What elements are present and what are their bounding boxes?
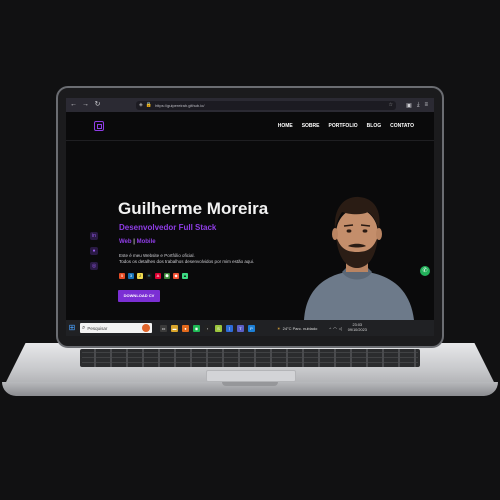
shield-icon[interactable]: ◈ (139, 102, 143, 108)
lock-icon: 🔒 (145, 102, 153, 108)
task-view-icon[interactable]: ▭ (160, 324, 167, 332)
clock-date: 09/10/2023 (347, 328, 367, 332)
hero-description: Este é meu Website e Portfólio oficial. … (119, 253, 254, 265)
menu-home[interactable]: HOME (278, 123, 293, 129)
url-text[interactable]: https://guipereirah.github.io/ (155, 103, 204, 108)
search-icon: ⌕ (82, 324, 86, 331)
laptop-notch (222, 382, 278, 386)
laptop-screen: ← → ↻ ◈ 🔒 https://guipereirah.github.io/… (66, 98, 434, 336)
address-bar[interactable]: ◈ 🔒 https://guipereirah.github.io/ ☆ (136, 100, 396, 110)
volume-icon[interactable]: ◁ (339, 326, 342, 331)
photoshop-icon[interactable]: P (248, 324, 255, 332)
browser-toolbar: ← → ↻ ◈ 🔒 https://guipereirah.github.io/… (66, 98, 434, 112)
social-links: in ● ◎ (90, 232, 98, 270)
hero-desc-line-2: Todos os detalhes dos trabalhos desenvol… (119, 259, 255, 264)
hero-tags: Web | Mobile (119, 239, 156, 245)
whatsapp-icon[interactable]: ✆ (420, 266, 430, 276)
site-navbar: HOME SOBRE PORTFOLIO BLOG CONTATO (66, 112, 434, 141)
hero-name: Guilherme Moreira (118, 199, 269, 218)
windows-start-icon[interactable]: ⊞ (66, 320, 78, 336)
css-icon: 3 (128, 273, 134, 279)
terminal-icon[interactable]: › (204, 324, 211, 332)
angular-icon: A (155, 273, 161, 279)
linkedin-icon[interactable]: in (90, 232, 98, 240)
chevron-up-icon[interactable]: ^ (329, 326, 331, 331)
tag-mobile: Mobile (136, 239, 156, 245)
menu-contato[interactable]: CONTATO (390, 123, 414, 129)
search-highlight-icon[interactable] (142, 324, 150, 332)
menu-sobre[interactable]: SOBRE (302, 123, 320, 129)
system-tray: ^ ◠ ◁ (329, 326, 341, 331)
site-menu: HOME SOBRE PORTFOLIO BLOG CONTATO (278, 123, 414, 129)
pocket-icon[interactable]: ▣ (406, 102, 412, 109)
taskbar-apps: ▭ ▬ ● ◉ › S ⟩ T P (160, 324, 255, 332)
reload-button[interactable]: ↻ (94, 98, 101, 112)
file-explorer-icon[interactable]: ▬ (171, 324, 178, 332)
profile-photo (298, 190, 416, 320)
download-icon[interactable]: ⤓ (417, 102, 420, 109)
android-icon: ▲ (182, 273, 188, 279)
tech-stack-icons: 5 3 J ⚛ A ⬢ ◆ ▲ (119, 273, 188, 279)
back-button[interactable]: ← (70, 98, 77, 112)
spotify-icon[interactable]: ◉ (193, 324, 200, 332)
app-green-icon[interactable]: S (215, 324, 222, 332)
menu-icon[interactable]: ≡ (424, 102, 428, 109)
taskbar-clock[interactable]: 23:03 09/10/2023 (348, 323, 367, 333)
laptop-trackpad (206, 370, 296, 382)
hero-role: Desenvolvedor Full Stack (119, 223, 217, 232)
js-icon: J (137, 273, 143, 279)
taskbar-search-placeholder: Pesquisar (87, 325, 108, 331)
wifi-icon[interactable]: ◠ (333, 326, 337, 331)
tag-web: Web (119, 239, 132, 245)
forward-button[interactable]: → (82, 98, 89, 112)
git-icon: ◆ (173, 273, 179, 279)
laptop-keyboard-rows (82, 349, 418, 367)
taskbar-search[interactable]: ⌕ Pesquisar (80, 323, 152, 333)
star-icon[interactable]: ☆ (389, 102, 396, 108)
menu-blog[interactable]: BLOG (367, 123, 381, 129)
windows-taskbar: ⊞ ⌕ Pesquisar ▭ ▬ ● ◉ › S ⟩ T P ☀ 24°C P… (66, 320, 434, 336)
firefox-icon[interactable]: ● (182, 324, 189, 332)
node-icon: ⬢ (164, 273, 170, 279)
weather-text: 24°C Parc. nublado (282, 325, 318, 331)
html-icon: 5 (119, 273, 125, 279)
menu-portfolio[interactable]: PORTFOLIO (328, 123, 357, 129)
vscode-icon[interactable]: ⟩ (226, 324, 233, 332)
site-logo-icon[interactable] (94, 121, 104, 131)
download-cv-button[interactable]: DOWNLOAD CV (118, 290, 160, 302)
weather-sun-icon: ☀ (277, 325, 281, 331)
profile-photo-illustration (304, 196, 414, 320)
instagram-icon[interactable]: ◎ (90, 262, 98, 270)
taskbar-weather[interactable]: ☀ 24°C Parc. nublado (277, 326, 317, 331)
github-icon[interactable]: ● (90, 247, 98, 255)
teams-icon[interactable]: T (237, 324, 244, 332)
react-icon: ⚛ (146, 273, 152, 279)
